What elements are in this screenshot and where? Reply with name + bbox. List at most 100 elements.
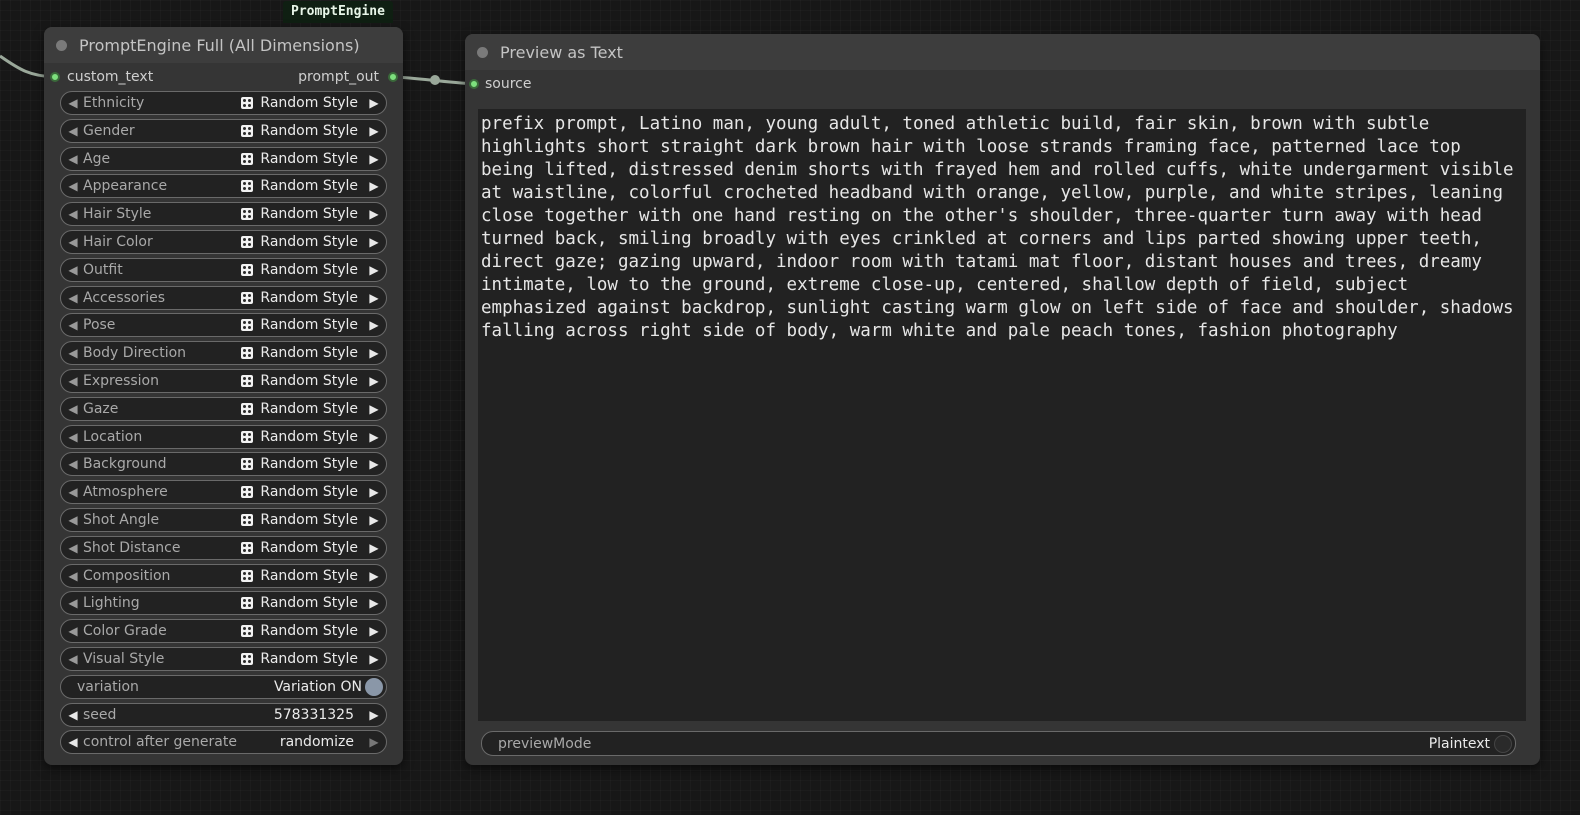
- node-title-bar[interactable]: Preview as Text: [465, 34, 1540, 70]
- preview-mode-toggle[interactable]: previewMode Plaintext: [481, 731, 1516, 756]
- decrement-arrow-icon[interactable]: ◀: [63, 152, 83, 166]
- increment-arrow-icon[interactable]: ▶: [364, 291, 384, 305]
- decrement-arrow-icon[interactable]: ◀: [63, 513, 83, 527]
- decrement-arrow-icon[interactable]: ◀: [63, 402, 83, 416]
- source-label: source: [485, 76, 532, 92]
- widget-label: Appearance: [83, 178, 168, 195]
- decrement-arrow-icon[interactable]: ◀: [63, 124, 83, 138]
- combo-widget-color-grade[interactable]: ◀ Color Grade Random Style ▶: [60, 619, 387, 644]
- combo-widget-hair-style[interactable]: ◀ Hair Style Random Style ▶: [60, 202, 387, 227]
- combo-widget-background[interactable]: ◀ Background Random Style ▶: [60, 452, 387, 477]
- decrement-arrow-icon[interactable]: ◀: [63, 457, 83, 471]
- decrement-arrow-icon[interactable]: ◀: [63, 291, 83, 305]
- decrement-arrow-icon[interactable]: ◀: [63, 708, 83, 722]
- dice-icon: [241, 319, 254, 332]
- widget-value: Variation ON: [273, 678, 362, 695]
- decrement-arrow-icon[interactable]: ◀: [63, 346, 83, 360]
- dice-icon: [241, 597, 254, 610]
- increment-arrow-icon[interactable]: ▶: [364, 652, 384, 666]
- decrement-arrow-icon[interactable]: ◀: [63, 207, 83, 221]
- decrement-arrow-icon[interactable]: ◀: [63, 596, 83, 610]
- widget-value: Random Style: [241, 262, 358, 278]
- decrement-arrow-icon[interactable]: ◀: [63, 374, 83, 388]
- preview-text-area[interactable]: prefix prompt, Latino man, young adult, …: [478, 109, 1526, 721]
- decrement-arrow-icon[interactable]: ◀: [63, 485, 83, 499]
- increment-arrow-icon[interactable]: ▶: [364, 318, 384, 332]
- combo-widget-age[interactable]: ◀ Age Random Style ▶: [60, 146, 387, 171]
- decrement-arrow-icon[interactable]: ◀: [63, 569, 83, 583]
- decrement-arrow-icon[interactable]: ◀: [63, 96, 83, 110]
- prompt-out-output-slot[interactable]: [388, 72, 398, 82]
- increment-arrow-icon[interactable]: ▶: [364, 569, 384, 583]
- decrement-arrow-icon[interactable]: ◀: [63, 541, 83, 555]
- increment-arrow-icon[interactable]: ▶: [364, 96, 384, 110]
- combo-widget-gender[interactable]: ◀ Gender Random Style ▶: [60, 118, 387, 143]
- control-after-generate-widget[interactable]: ◀ control after generate randomize ▶: [60, 730, 387, 755]
- decrement-arrow-icon[interactable]: ◀: [63, 179, 83, 193]
- widget-label: Body Direction: [83, 345, 187, 362]
- widget-value: Random Style: [241, 123, 358, 139]
- increment-arrow-icon[interactable]: ▶: [364, 541, 384, 555]
- combo-widget-accessories[interactable]: ◀ Accessories Random Style ▶: [60, 285, 387, 310]
- combo-widget-body-direction[interactable]: ◀ Body Direction Random Style ▶: [60, 341, 387, 366]
- combo-widget-shot-angle[interactable]: ◀ Shot Angle Random Style ▶: [60, 507, 387, 532]
- increment-arrow-icon[interactable]: ▶: [364, 235, 384, 249]
- increment-arrow-icon[interactable]: ▶: [364, 124, 384, 138]
- widget-value-text: Random Style: [260, 233, 358, 250]
- increment-arrow-icon[interactable]: ▶: [364, 207, 384, 221]
- dice-icon: [241, 625, 254, 638]
- widget-value-text: Random Style: [260, 650, 358, 667]
- combo-widget-visual-style[interactable]: ◀ Visual Style Random Style ▶: [60, 646, 387, 671]
- increment-arrow-icon[interactable]: ▶: [364, 263, 384, 277]
- decrement-arrow-icon[interactable]: ◀: [63, 235, 83, 249]
- decrement-arrow-icon[interactable]: ◀: [63, 263, 83, 277]
- collapse-dot-icon[interactable]: [56, 39, 67, 51]
- increment-arrow-icon[interactable]: ▶: [364, 624, 384, 638]
- combo-widget-outfit[interactable]: ◀ Outfit Random Style ▶: [60, 257, 387, 282]
- decrement-arrow-icon[interactable]: ◀: [63, 624, 83, 638]
- source-input-slot[interactable]: [469, 79, 479, 89]
- custom-text-input-slot[interactable]: [50, 72, 60, 82]
- combo-widget-shot-distance[interactable]: ◀ Shot Distance Random Style ▶: [60, 535, 387, 560]
- combo-widget-pose[interactable]: ◀ Pose Random Style ▶: [60, 313, 387, 338]
- increment-arrow-icon[interactable]: ▶: [364, 430, 384, 444]
- widget-value-text: Random Style: [260, 150, 358, 167]
- increment-arrow-icon[interactable]: ▶: [364, 152, 384, 166]
- prompt-engine-node[interactable]: PromptEngine Full (All Dimensions) custo…: [44, 27, 403, 765]
- combo-widget-atmosphere[interactable]: ◀ Atmosphere Random Style ▶: [60, 480, 387, 505]
- increment-arrow-icon[interactable]: ▶: [364, 402, 384, 416]
- toggle-knob-icon[interactable]: [365, 677, 383, 696]
- widget-value: Random Style: [241, 568, 358, 584]
- increment-arrow-icon[interactable]: ▶: [364, 485, 384, 499]
- toggle-knob-icon[interactable]: [1494, 734, 1512, 753]
- combo-widget-expression[interactable]: ◀ Expression Random Style ▶: [60, 368, 387, 393]
- increment-arrow-icon[interactable]: ▶: [364, 179, 384, 193]
- decrement-arrow-icon[interactable]: ◀: [63, 318, 83, 332]
- collapse-dot-icon[interactable]: [477, 46, 488, 58]
- combo-widget-lighting[interactable]: ◀ Lighting Random Style ▶: [60, 591, 387, 616]
- increment-arrow-icon[interactable]: ▶: [364, 457, 384, 471]
- increment-arrow-icon[interactable]: ▶: [364, 708, 384, 722]
- increment-arrow-icon[interactable]: ▶: [364, 735, 384, 749]
- combo-widget-gaze[interactable]: ◀ Gaze Random Style ▶: [60, 396, 387, 421]
- combo-widget-appearance[interactable]: ◀ Appearance Random Style ▶: [60, 174, 387, 199]
- decrement-arrow-icon[interactable]: ◀: [63, 430, 83, 444]
- combo-widget-location[interactable]: ◀ Location Random Style ▶: [60, 424, 387, 449]
- decrement-arrow-icon[interactable]: ◀: [63, 735, 83, 749]
- increment-arrow-icon[interactable]: ▶: [364, 513, 384, 527]
- dice-icon: [241, 124, 254, 137]
- seed-widget[interactable]: ◀ seed 578331325 ▶: [60, 702, 387, 727]
- variation-toggle[interactable]: variation Variation ON: [60, 674, 387, 699]
- widget-label: Visual Style: [83, 650, 165, 667]
- node-title-bar[interactable]: PromptEngine Full (All Dimensions): [44, 27, 403, 63]
- widget-label: Ethnicity: [83, 95, 145, 111]
- preview-text-node[interactable]: Preview as Text source prefix prompt, La…: [465, 34, 1540, 765]
- decrement-arrow-icon[interactable]: ◀: [63, 652, 83, 666]
- increment-arrow-icon[interactable]: ▶: [364, 346, 384, 360]
- combo-widget-ethnicity[interactable]: ◀ Ethnicity Random Style ▶: [60, 91, 387, 115]
- combo-widget-hair-color[interactable]: ◀ Hair Color Random Style ▶: [60, 229, 387, 254]
- combo-widget-composition[interactable]: ◀ Composition Random Style ▶: [60, 563, 387, 588]
- increment-arrow-icon[interactable]: ▶: [364, 596, 384, 610]
- widget-label: Pose: [83, 317, 116, 334]
- increment-arrow-icon[interactable]: ▶: [364, 374, 384, 388]
